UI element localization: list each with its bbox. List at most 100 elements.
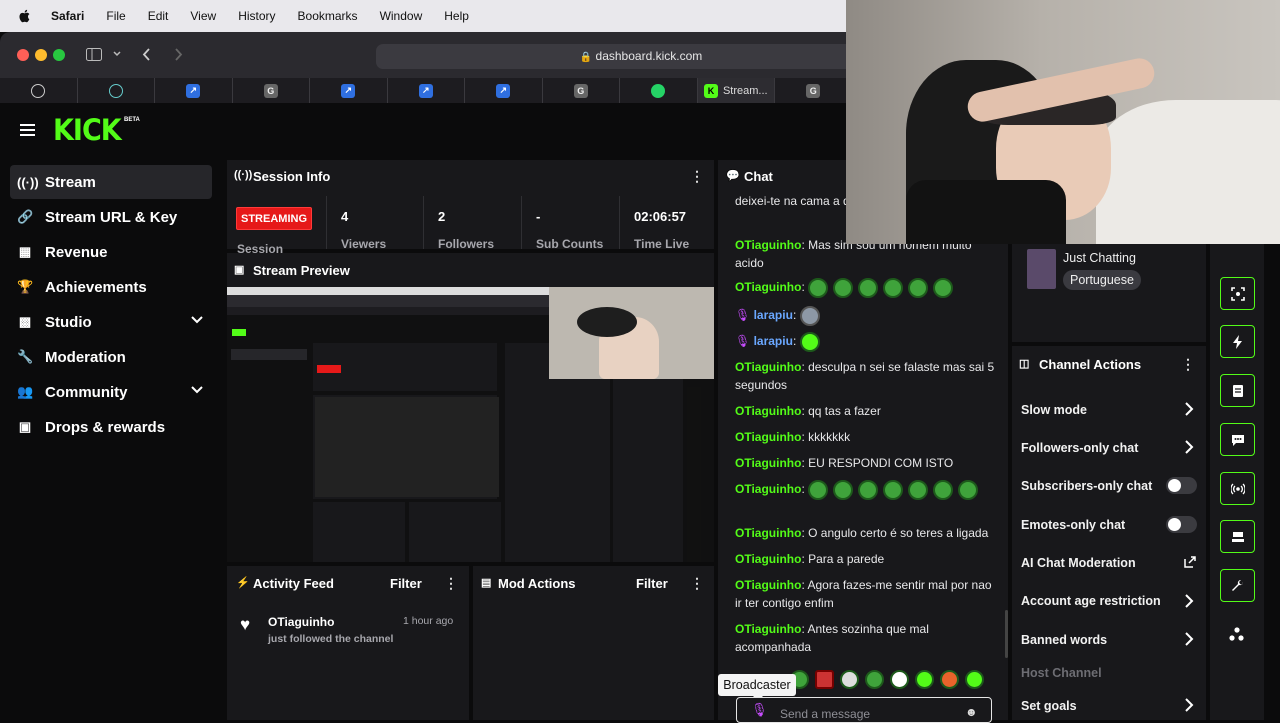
tab-g-2[interactable]: G: [543, 78, 620, 103]
sidebar-item-revenue[interactable]: ▦ Revenue: [10, 235, 212, 269]
zoom-window-button[interactable]: [53, 49, 65, 61]
address-bar[interactable]: 🔒 dashboard.kick.com: [376, 44, 906, 69]
chat-username[interactable]: larapiu: [754, 308, 793, 322]
emote-icon[interactable]: [840, 670, 859, 689]
ai-moderation-label[interactable]: AI Chat Moderation: [1021, 556, 1136, 570]
sidebar-item-studio[interactable]: ▩ Studio: [10, 305, 212, 339]
forward-icon[interactable]: [174, 48, 183, 61]
activity-text: just followed the channel: [268, 633, 394, 645]
mod-more-icon[interactable]: ⋮: [690, 575, 704, 592]
banned-words-label[interactable]: Banned words: [1021, 633, 1107, 647]
menu-file[interactable]: File: [106, 9, 125, 23]
slow-mode-label[interactable]: Slow mode: [1021, 403, 1087, 417]
session-more-icon[interactable]: ⋮: [690, 168, 704, 185]
sidebar-item-stream[interactable]: ((·)) Stream: [10, 165, 212, 199]
emotes-only-toggle[interactable]: [1166, 516, 1197, 533]
emote-icon[interactable]: [940, 670, 959, 689]
menu-window[interactable]: Window: [380, 9, 423, 23]
menu-safari[interactable]: Safari: [51, 9, 84, 23]
menu-history[interactable]: History: [238, 9, 275, 23]
mod-actions-button[interactable]: [1220, 374, 1255, 407]
emote-icon[interactable]: [865, 670, 884, 689]
kick-logo[interactable]: KICK: [53, 113, 122, 147]
chevron-down-icon[interactable]: [113, 51, 121, 57]
tab-app-3[interactable]: ↗: [388, 78, 465, 103]
chat-username[interactable]: OTiaguinho: [735, 526, 801, 540]
sidebar-toggle-icon[interactable]: [86, 48, 102, 61]
chat-username[interactable]: OTiaguinho: [735, 360, 801, 374]
chat-message: OTiaguinho: Antes sozinha que mal acompa…: [735, 622, 929, 654]
chat-username[interactable]: OTiaguinho: [735, 238, 801, 252]
activity-filter-button[interactable]: Filter: [390, 576, 422, 591]
emote-icon[interactable]: [890, 670, 909, 689]
tab-app-2[interactable]: ↗: [310, 78, 388, 103]
chevron-right-icon[interactable]: [1184, 632, 1194, 646]
chat-username[interactable]: OTiaguinho: [735, 430, 801, 444]
session-info-title: Session Info: [253, 169, 331, 184]
chevron-right-icon[interactable]: [1184, 402, 1194, 416]
session-button[interactable]: [1220, 472, 1255, 505]
chevron-right-icon[interactable]: [1184, 698, 1194, 712]
followers-only-label[interactable]: Followers-only chat: [1021, 441, 1138, 455]
chevron-right-icon[interactable]: [1184, 440, 1194, 454]
tab-openai[interactable]: [0, 78, 78, 103]
tab-app-1[interactable]: ↗: [155, 78, 233, 103]
channel-actions-more-icon[interactable]: ⋮: [1181, 356, 1195, 373]
category-name[interactable]: Just Chatting: [1063, 251, 1136, 265]
chat-username[interactable]: OTiaguinho: [735, 622, 801, 636]
stream-preview-video[interactable]: [227, 287, 714, 562]
close-window-button[interactable]: [17, 49, 29, 61]
tab-whatsapp[interactable]: [620, 78, 698, 103]
set-goals-label[interactable]: Set goals: [1021, 699, 1077, 713]
emote-icon[interactable]: [965, 670, 984, 689]
tab-g-1[interactable]: G: [233, 78, 310, 103]
moderation-button[interactable]: [1220, 569, 1255, 602]
chat-username[interactable]: OTiaguinho: [735, 456, 801, 470]
mod-filter-button[interactable]: Filter: [636, 576, 668, 591]
chevron-down-icon[interactable]: [190, 313, 204, 327]
preview-button[interactable]: [1220, 520, 1255, 553]
minimize-window-button[interactable]: [35, 49, 47, 61]
sidebar-item-community[interactable]: 👥 Community: [10, 375, 212, 409]
chat-username[interactable]: larapiu: [754, 334, 793, 348]
chat-input[interactable]: 🎙 Send a message ☻: [736, 697, 992, 723]
menu-edit[interactable]: Edit: [148, 9, 169, 23]
back-icon[interactable]: [142, 48, 151, 61]
chat-button[interactable]: [1220, 423, 1255, 456]
activity-more-icon[interactable]: ⋮: [444, 575, 458, 592]
chevron-right-icon[interactable]: [1184, 594, 1194, 608]
tab-app-4[interactable]: ↗: [465, 78, 543, 103]
chat-username[interactable]: OTiaguinho: [735, 482, 801, 496]
sidebar-item-moderation[interactable]: 🔧 Moderation: [10, 340, 212, 374]
sidebar-item-achievements[interactable]: 🏆 Achievements: [10, 270, 212, 304]
subscribers-only-toggle[interactable]: [1166, 477, 1197, 494]
sidebar-item-stream-url[interactable]: 🔗 Stream URL & Key: [10, 200, 212, 234]
tab-g-3[interactable]: G: [775, 78, 853, 103]
video-icon: [1231, 531, 1244, 542]
emote-icon[interactable]: [815, 670, 834, 689]
sidebar-item-drops[interactable]: ▣ Drops & rewards: [10, 410, 212, 444]
apple-icon[interactable]: [17, 8, 33, 24]
external-link-icon[interactable]: [1184, 556, 1196, 568]
emoji-picker-icon[interactable]: ☻: [965, 705, 978, 719]
tab-kick[interactable]: K Stream...: [697, 78, 775, 103]
activity-button[interactable]: [1220, 325, 1255, 358]
menu-icon[interactable]: [20, 124, 35, 137]
chat-username[interactable]: OTiaguinho: [735, 404, 801, 418]
menu-bookmarks[interactable]: Bookmarks: [298, 9, 358, 23]
chat-username[interactable]: OTiaguinho: [735, 578, 801, 592]
activity-user[interactable]: OTiaguinho: [268, 615, 334, 629]
chevron-down-icon[interactable]: [190, 383, 204, 397]
screenshot-button[interactable]: [1220, 277, 1255, 310]
more-dots-icon[interactable]: [1229, 627, 1245, 643]
chat-username[interactable]: OTiaguinho: [735, 280, 801, 294]
chat-username[interactable]: OTiaguinho: [735, 552, 801, 566]
chat-scrollbar[interactable]: [1005, 610, 1008, 658]
tab-site[interactable]: [78, 78, 155, 103]
menu-view[interactable]: View: [190, 9, 216, 23]
menu-help[interactable]: Help: [444, 9, 469, 23]
sidebar-item-label: Community: [45, 383, 128, 401]
category-thumbnail[interactable]: [1027, 249, 1056, 289]
account-age-label[interactable]: Account age restriction: [1021, 594, 1161, 608]
emote-icon[interactable]: [915, 670, 934, 689]
